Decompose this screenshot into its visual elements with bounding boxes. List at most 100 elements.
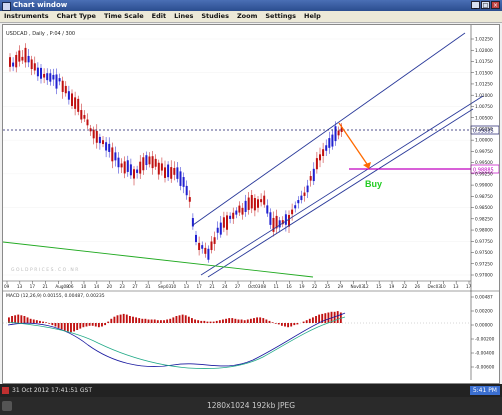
candle: [213, 237, 216, 244]
macd-bar: [308, 318, 311, 323]
macd-y-tick-label: 0.00000: [475, 323, 493, 329]
macd-bar: [97, 323, 100, 328]
candle: [108, 143, 111, 152]
candle: [269, 212, 272, 225]
macd-bar: [76, 323, 79, 330]
menu-lines[interactable]: Lines: [170, 11, 197, 22]
x-tick-label: 23: [120, 284, 126, 289]
y-tick-label: 0.99250: [475, 171, 493, 177]
image-info-bar: 1280x1024 192kb JPEG: [0, 397, 502, 415]
candle: [179, 171, 182, 186]
x-tick-label: 16: [286, 284, 292, 289]
macd-bar: [209, 321, 212, 323]
candle: [306, 185, 309, 193]
candle: [148, 156, 151, 165]
candle: [204, 247, 207, 254]
maximize-button[interactable]: □: [481, 1, 490, 9]
close-button[interactable]: ×: [491, 1, 500, 9]
macd-bar: [14, 315, 17, 323]
buy-annotation: Buy: [365, 179, 382, 189]
x-tick-label: 20: [107, 284, 113, 289]
macd-y-tick-label: -0.00600: [475, 365, 495, 371]
menu-time-scale[interactable]: Time Scale: [100, 11, 148, 22]
status-icon: [2, 387, 9, 394]
minimize-button[interactable]: _: [471, 1, 480, 9]
y-tick-label: 0.98500: [475, 205, 493, 211]
macd-bar: [324, 313, 327, 323]
candle: [40, 67, 42, 79]
y-tick-label: 1.02000: [475, 48, 493, 54]
macd-bar: [305, 320, 308, 323]
x-tick-label: 13: [453, 284, 459, 289]
macd-bar: [246, 319, 249, 323]
x-tick-label: 25: [325, 284, 331, 289]
x-tick-label: 29: [338, 284, 344, 289]
macd-bar: [293, 323, 296, 326]
macd-bar: [228, 318, 231, 323]
menu-edit[interactable]: Edit: [148, 11, 170, 22]
candle: [300, 195, 303, 201]
y-tick-label: 0.98250: [475, 216, 493, 222]
menu-zoom[interactable]: Zoom: [233, 11, 261, 22]
macd-bar: [181, 314, 184, 323]
macd-bar: [88, 323, 91, 326]
x-tick-label: 21: [209, 284, 215, 289]
candle: [15, 54, 18, 68]
candle: [111, 147, 114, 162]
x-tick-label: 27: [235, 284, 241, 289]
candle: [102, 140, 104, 145]
menu-instruments[interactable]: Instruments: [0, 11, 53, 22]
candle: [247, 197, 250, 210]
x-tick-label: 27: [132, 284, 138, 289]
macd-bar: [259, 317, 262, 323]
x-tick-label: Sep03: [158, 284, 172, 289]
x-tick-label: 14: [94, 284, 100, 289]
x-tick-label: 06: [68, 284, 74, 289]
macd-bar: [153, 319, 156, 323]
channel-lower-line[interactable]: [207, 108, 474, 278]
x-tick-label: 15: [376, 284, 382, 289]
macd-bar: [172, 317, 175, 323]
image-info-text: 1280x1024 192kb JPEG: [206, 401, 296, 410]
macd-bar: [163, 320, 165, 323]
chart-area[interactable]: 0.99885 0.98885 Buy USDCAD , Daily , P:0…: [2, 24, 500, 384]
macd-bar: [277, 323, 280, 325]
candle: [312, 168, 315, 182]
candle: [257, 199, 259, 208]
candle: [191, 218, 194, 227]
macd-bar: [113, 316, 116, 323]
x-tick-label: Oct03: [248, 284, 261, 289]
channel-mid-line[interactable]: [200, 95, 484, 276]
candle: [49, 73, 52, 82]
candle: [160, 163, 163, 171]
x-tick-label: 26: [415, 284, 421, 289]
macd-bar: [187, 316, 190, 323]
macd-bar: [311, 317, 314, 323]
macd-bar: [116, 315, 119, 323]
macd-bar: [290, 323, 293, 327]
menu-studies[interactable]: Studies: [197, 11, 233, 22]
y-tick-label: 1.01250: [475, 82, 493, 88]
x-tick-label: 10: [171, 284, 177, 289]
channel-upper-line[interactable]: [192, 32, 466, 226]
macd-bar: [184, 315, 187, 323]
candle: [244, 200, 247, 212]
macd-bar: [296, 323, 299, 325]
candle: [120, 163, 123, 168]
y-axis-ticks: 1.02250 1.02000 1.01750 1.01500 1.01250 1.010…: [471, 37, 493, 279]
macd-bar: [265, 319, 268, 323]
macd-bar: [20, 315, 23, 323]
menu-help[interactable]: Help: [300, 11, 325, 22]
candle: [77, 98, 80, 112]
y-tick-label: 1.00000: [475, 138, 493, 144]
status-timestamp: 31 Oct 2012 17:41:51 GST: [12, 387, 92, 394]
menu-chart-type[interactable]: Chart Type: [53, 11, 100, 22]
candle: [229, 215, 232, 219]
price-chart[interactable]: 0.99885 0.98885 Buy USDCAD , Daily , P:0…: [3, 25, 499, 383]
macd-bar: [128, 316, 131, 323]
macd-bar: [141, 318, 144, 323]
x-tick-label: 10: [440, 284, 446, 289]
menu-settings[interactable]: Settings: [261, 11, 300, 22]
candle: [154, 158, 157, 167]
candle: [226, 215, 228, 230]
